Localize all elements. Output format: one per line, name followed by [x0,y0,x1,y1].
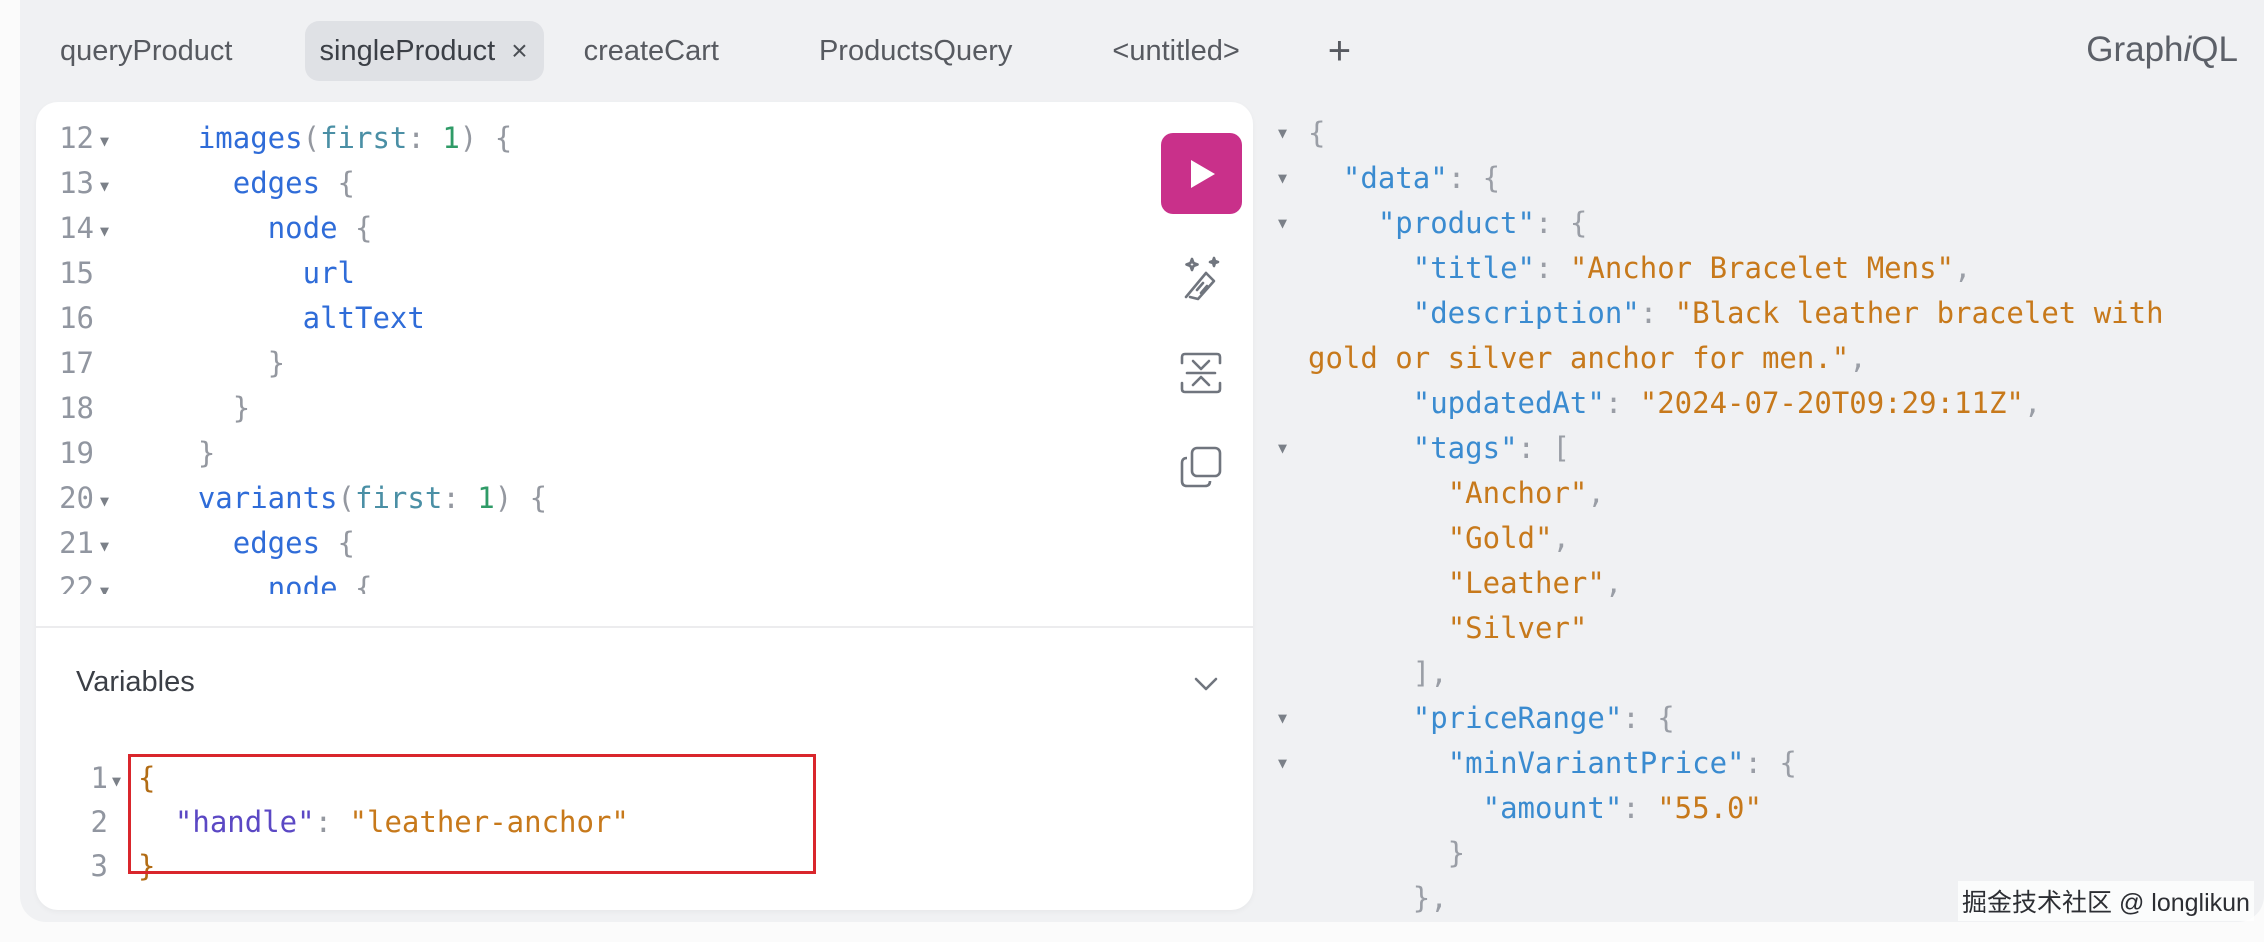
close-icon[interactable]: × [511,35,527,67]
tab-bar: queryProduct singleProduct × createCart … [40,21,1351,81]
result-line: "updatedAt": "2024-07-20T09:29:11Z", [1412,386,2042,420]
tab-queryproduct[interactable]: queryProduct [40,21,253,81]
fold-arrow-icon: ▼ [1278,754,1288,772]
result-line: "description": "Black leather bracelet w… [1412,296,2164,330]
code-line: 22 ▼ node { [36,566,1116,594]
watermark: 掘金技术社区 @ longlikun [1958,881,2254,921]
variables-tab[interactable]: Variables [76,666,195,699]
result-line: "title": "Anchor Bracelet Mens", [1412,251,1972,285]
tab-createcart[interactable]: createCart [564,21,739,81]
result-line: } [1308,836,1466,870]
code-line: 13 ▼ edges { [36,161,1116,206]
fold-arrow-icon[interactable]: ▼ [94,209,128,254]
add-tab-icon[interactable]: + [1328,31,1351,71]
code-line: 21 ▼ edges { [36,521,1116,566]
result-line: "amount": "55.0" [1482,791,1762,825]
merge-fragments-button[interactable] [1176,348,1226,398]
result-line: ▼ "priceRange": { [1278,696,2264,741]
copy-icon [1180,446,1222,488]
result-line: "Anchor", [1447,476,1605,510]
code-line: 15 url [59,256,355,290]
fold-arrow-icon: ▼ [1278,124,1288,142]
run-query-button[interactable] [1161,133,1242,214]
fold-arrow-icon[interactable]: ▼ [94,524,128,569]
result-line: ▼{ [1278,111,2264,156]
tab-label: singleProduct [319,34,496,67]
result-line: ], [1308,656,1448,690]
fold-arrow-icon: ▼ [1278,214,1288,232]
merge-fragments-icon [1180,352,1222,394]
tab-productsquery[interactable]: ProductsQuery [799,21,1032,81]
code-line: 14 ▼ node { [36,206,1116,251]
fold-arrow-icon: ▼ [1278,439,1288,457]
fold-arrow-icon[interactable]: ▼ [94,164,128,209]
tab-singleproduct[interactable]: singleProduct × [304,21,544,81]
code-line: 19 } [59,436,216,470]
panel-divider[interactable] [36,626,1253,628]
code-line: 12 ▼ images(first: 1) { [36,116,1116,161]
query-editor[interactable]: 12 ▼ images(first: 1) { 13 ▼ edges { 14 ▼ n… [36,116,1116,594]
fold-arrow-icon: ▼ [1278,169,1288,187]
play-icon [1190,159,1215,188]
fold-arrow-icon[interactable]: ▼ [94,479,128,524]
result-line: ▼ "minVariantPrice": { [1278,741,2264,786]
result-line: "Silver" [1447,611,1588,645]
result-line: ▼ "data": { [1278,156,2264,201]
highlight-annotation [128,754,816,874]
code-line: 18 } [59,391,251,425]
tab-untitled[interactable]: <untitled> [1092,21,1259,81]
graphiql-app: queryProduct singleProduct × createCart … [20,0,2264,922]
fold-arrow-icon[interactable]: ▼ [94,119,128,164]
graphiql-logo: GraphiQL [2086,30,2238,69]
result-line: gold or silver anchor for men.", [1308,341,1867,375]
copy-query-button[interactable] [1176,442,1226,492]
code-line: 20 ▼ variants(first: 1) { [36,476,1116,521]
chevron-down-icon[interactable] [1186,664,1226,704]
code-line: 16 altText [59,301,425,335]
prettify-button[interactable] [1176,253,1226,303]
result-line: ▼ "tags": [ [1278,426,2264,471]
result-line: "Gold", [1447,521,1570,555]
magic-wand-icon [1184,256,1220,301]
query-editor-panel: 12 ▼ images(first: 1) { 13 ▼ edges { 14 ▼ n… [36,102,1253,910]
result-line: ▼ "product": { [1278,201,2264,246]
fold-arrow-icon[interactable]: ▼ [94,569,128,594]
code-line: 17 } [59,346,286,380]
result-viewer[interactable]: ▼{ ▼ "data": { ▼ "product": { "title": "… [1278,111,2264,922]
result-line: "Leather", [1447,566,1623,600]
fold-arrow-icon: ▼ [1278,709,1288,727]
